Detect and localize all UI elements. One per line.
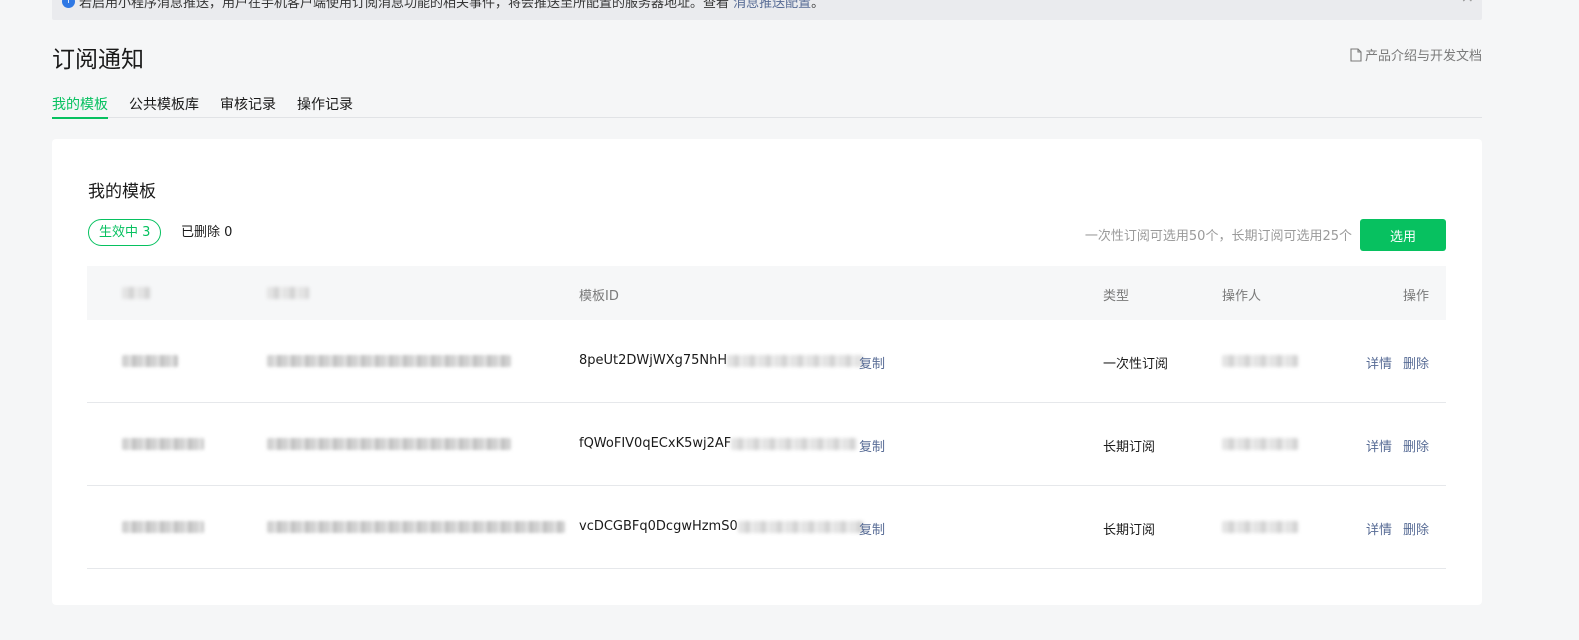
operator-cell-redacted [1222, 436, 1298, 451]
notice-suffix: 。 [811, 0, 825, 11]
notice-bar: i 若启用小程序消息推送，用户在手机客户端使用订阅消息功能的相关事件，将会推送至所… [52, 0, 1482, 20]
select-button[interactable]: 选用 [1360, 219, 1446, 251]
detail-button[interactable]: 详情 [1366, 357, 1392, 372]
detail-button[interactable]: 详情 [1366, 523, 1392, 538]
redacted-cell [122, 353, 178, 368]
tab-review-records[interactable]: 审核记录 [220, 94, 276, 118]
type-cell: 一次性订阅 [1103, 357, 1169, 372]
card-title: 我的模板 [88, 182, 156, 202]
header-col-1-redacted [122, 285, 150, 300]
template-id-text: 8peUt2DWjWXg75NhH [579, 353, 728, 368]
header-type: 类型 [1103, 289, 1130, 304]
header-col-2-redacted [267, 285, 309, 300]
notice-text: 若启用小程序消息推送，用户在手机客户端使用订阅消息功能的相关事件，将会推送至所配… [79, 0, 824, 11]
table-row: vcDCGBFq0DcgwHzmS0 复制 长期订阅 详情 删除 [87, 486, 1446, 569]
copy-button[interactable]: 复制 [859, 519, 885, 538]
delete-button[interactable]: 删除 [1403, 523, 1429, 538]
operator-cell-redacted [1222, 353, 1298, 368]
delete-button[interactable]: 删除 [1403, 357, 1429, 372]
notice-message: 若启用小程序消息推送，用户在手机客户端使用订阅消息功能的相关事件，将会推送至所配… [79, 0, 730, 11]
tab-operation-records[interactable]: 操作记录 [297, 94, 353, 118]
redacted-cell [267, 353, 511, 368]
page-title: 订阅通知 [52, 47, 144, 73]
type-cell: 长期订阅 [1103, 523, 1156, 538]
filter-deleted-button[interactable]: 已删除 0 [181, 219, 232, 246]
header-operator: 操作人 [1222, 289, 1262, 304]
template-id-text: vcDCGBFq0DcgwHzmS0 [579, 519, 738, 534]
table-header: 模板ID 类型 操作人 操作 [87, 266, 1446, 320]
filter-active-button[interactable]: 生效中 3 [88, 219, 162, 246]
redacted-cell [267, 519, 565, 534]
document-icon [1350, 47, 1362, 62]
actions-cell: 详情 删除 [1355, 519, 1429, 538]
tab-my-templates[interactable]: 我的模板 [52, 94, 108, 119]
quota-hint: 一次性订阅可选用50个，长期订阅可选用25个 [1084, 229, 1352, 244]
table-row: fQWoFIV0qECxK5wj2AF 复制 长期订阅 详情 删除 [87, 403, 1446, 486]
detail-button[interactable]: 详情 [1366, 440, 1392, 455]
operator-cell-redacted [1222, 519, 1298, 534]
info-icon: i [62, 0, 75, 8]
template-id-cell: vcDCGBFq0DcgwHzmS0 [579, 519, 864, 534]
template-id-cell: 8peUt2DWjWXg75NhH [579, 353, 864, 368]
actions-cell: 详情 删除 [1355, 353, 1429, 372]
tab-bar: 我的模板 公共模板库 审核记录 操作记录 [52, 94, 1482, 119]
template-id-text: fQWoFIV0qECxK5wj2AF [579, 436, 732, 451]
header-actions: 操作 [1402, 289, 1429, 304]
template-id-cell: fQWoFIV0qECxK5wj2AF [579, 436, 858, 451]
copy-button[interactable]: 复制 [859, 353, 885, 372]
doc-link-label: 产品介绍与开发文档 [1364, 49, 1482, 64]
redacted-cell [122, 519, 204, 534]
delete-button[interactable]: 删除 [1403, 440, 1429, 455]
header-template-id: 模板ID [579, 289, 619, 304]
type-cell: 长期订阅 [1103, 440, 1156, 455]
actions-cell: 详情 删除 [1355, 436, 1429, 455]
copy-button[interactable]: 复制 [859, 436, 885, 455]
table-row: 8peUt2DWjWXg75NhH 复制 一次性订阅 详情 删除 [87, 320, 1446, 403]
templates-card: 我的模板 生效中 3 已删除 0 一次性订阅可选用50个，长期订阅可选用25个 … [52, 139, 1482, 605]
redacted-cell [122, 436, 204, 451]
doc-link[interactable]: 产品介绍与开发文档 [1350, 45, 1482, 64]
notice-link[interactable]: 消息推送配置 [733, 0, 811, 11]
tab-public-library[interactable]: 公共模板库 [129, 94, 199, 118]
templates-table: 模板ID 类型 操作人 操作 8peUt2DWjWXg75NhH 复制 一次性订… [87, 266, 1446, 569]
redacted-cell [267, 436, 511, 451]
